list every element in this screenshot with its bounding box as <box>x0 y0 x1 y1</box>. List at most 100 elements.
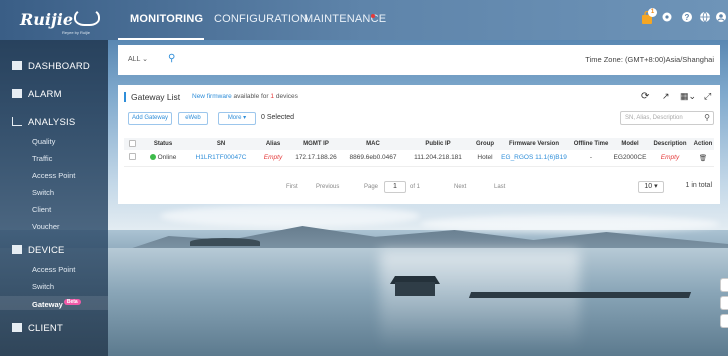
firmware-notice-mid: available for <box>231 93 271 100</box>
eweb-button[interactable]: eWeb <box>178 112 208 125</box>
col-sn[interactable]: SN <box>186 138 256 150</box>
nav-active-indicator <box>118 38 204 40</box>
sidebar-item-analysis[interactable]: ANALYSIS <box>12 117 75 128</box>
online-status-dot <box>149 154 156 161</box>
search-icon[interactable]: ⚲ <box>168 53 175 64</box>
sidebar-item-traffic[interactable]: Traffic <box>32 154 52 163</box>
total-count: 1 in total <box>685 182 712 189</box>
account-icon[interactable] <box>714 11 728 25</box>
group-cell: Hotel <box>472 150 498 167</box>
firmware-link[interactable]: New firmware <box>192 93 232 100</box>
dashboard-icon <box>12 61 22 70</box>
sidebar-item-label: ALARM <box>28 89 62 100</box>
add-gateway-button[interactable]: Add Gateway <box>128 112 172 125</box>
sidebar-item-access-point[interactable]: Access Point <box>32 171 75 180</box>
side-tool-tab[interactable] <box>720 278 728 292</box>
firmware-link[interactable]: EG_RGOS 11.1(6)B19 <box>498 150 570 167</box>
alias-cell[interactable]: Empty <box>256 150 290 167</box>
previous-page-button[interactable]: Previous <box>316 184 339 190</box>
firmware-notice-suffix: devices <box>274 93 298 100</box>
sidebar-item-client-main[interactable]: CLIENT <box>12 323 63 334</box>
nav-monitoring[interactable]: MONITORING <box>130 13 203 25</box>
col-group[interactable]: Group <box>472 138 498 150</box>
first-page-button[interactable]: First <box>286 184 298 190</box>
col-public-ip[interactable]: Public IP <box>404 138 472 150</box>
table-header-row: Status SN Alias MGMT IP MAC Public IP Gr… <box>124 138 714 150</box>
page-size-value: 10 <box>644 183 653 190</box>
col-mac[interactable]: MAC <box>342 138 404 150</box>
scope-select-value: ALL <box>128 56 141 63</box>
refresh-icon[interactable]: ⟳ <box>641 91 649 102</box>
page-size-select[interactable]: 10 ▾ <box>638 181 664 193</box>
top-navigation-bar: Ruijie Reyee by Ruijie MONITORING CONFIG… <box>0 0 728 40</box>
device-search-input[interactable]: SN, Alias, Description ⚲ <box>620 111 714 125</box>
description-cell[interactable]: Empty <box>648 150 692 167</box>
row-checkbox[interactable] <box>124 150 140 167</box>
sidebar-item-label: ANALYSIS <box>28 117 76 128</box>
sidebar-item-switch[interactable]: Switch <box>32 188 54 197</box>
brand-tagline: Reyee by Ruijie <box>62 30 91 35</box>
alarm-icon <box>12 89 22 98</box>
last-page-button[interactable]: Last <box>494 184 505 190</box>
settings-gear-icon[interactable] <box>660 11 674 25</box>
sidebar-item-gateway[interactable]: Gateway Beta <box>32 299 81 309</box>
sidebar-item-label: DASHBOARD <box>28 61 90 72</box>
globe-icon[interactable] <box>698 11 712 25</box>
export-icon[interactable]: ↗ <box>662 91 670 102</box>
filter-bar: ALL ⌄ ⚲ Time Zone: (GMT+8:00)Asia/Shangh… <box>118 45 720 75</box>
fullscreen-icon[interactable]: ⤢ <box>704 91 711 102</box>
selected-count: 0 Selected <box>261 114 295 121</box>
delete-icon[interactable]: 🗑 <box>692 150 714 167</box>
col-model[interactable]: Model <box>612 138 648 150</box>
offline-time-cell: - <box>570 150 612 167</box>
table-row[interactable]: Online H1LR1TF00047C Empty 172.17.188.26… <box>124 150 714 167</box>
timezone-label: Time Zone: (GMT+8:00)Asia/Shanghai <box>585 55 714 64</box>
search-icon[interactable]: ⚲ <box>704 113 710 122</box>
scope-select[interactable]: ALL ⌄ <box>128 55 148 63</box>
panel-title: Gateway List <box>131 92 181 102</box>
col-status[interactable]: Status <box>140 138 186 150</box>
side-tool-tab[interactable] <box>720 296 728 310</box>
sn-link[interactable]: H1LR1TF00047C <box>186 150 256 167</box>
gateway-table: Status SN Alias MGMT IP MAC Public IP Gr… <box>124 138 714 167</box>
sidebar-item-device[interactable]: DEVICE <box>12 245 65 256</box>
notification-count-badge: 1 <box>648 8 657 17</box>
sidebar-item-client[interactable]: Client <box>32 205 51 214</box>
title-accent-bar <box>124 92 126 102</box>
sun-reflection <box>380 250 580 350</box>
col-action: Action <box>692 138 714 150</box>
col-description[interactable]: Description <box>648 138 692 150</box>
public-ip-cell: 111.204.218.181 <box>404 150 472 167</box>
columns-icon[interactable]: ▦⌄ <box>680 91 696 102</box>
sidebar-item-voucher[interactable]: Voucher <box>32 222 60 231</box>
sea <box>0 248 728 356</box>
col-alias[interactable]: Alias <box>256 138 290 150</box>
sidebar-item-alarm[interactable]: ALARM <box>12 89 62 100</box>
col-mgmt-ip[interactable]: MGMT IP <box>290 138 342 150</box>
col-offline-time[interactable]: Offline Time <box>570 138 612 150</box>
more-button-label: More <box>227 115 242 121</box>
page-number-input[interactable]: 1 <box>384 181 406 193</box>
more-button[interactable]: More ▾ <box>218 112 256 125</box>
select-all-checkbox[interactable] <box>124 138 140 150</box>
sidebar-item-device-switch[interactable]: Switch <box>32 282 54 291</box>
svg-text:?: ? <box>685 13 690 22</box>
logo-swoosh-icon <box>74 8 100 26</box>
beta-badge: Beta <box>63 299 81 305</box>
sidebar-item-quality[interactable]: Quality <box>32 137 55 146</box>
help-icon[interactable]: ? <box>680 11 694 25</box>
brand-logo[interactable]: Ruijie <box>20 10 73 29</box>
next-page-button[interactable]: Next <box>454 184 466 190</box>
sidebar-item-label: Gateway <box>32 300 63 309</box>
page-count: of 1 <box>410 184 421 190</box>
island <box>190 238 260 246</box>
status-text: Online <box>157 154 177 162</box>
sidebar-item-device-access-point[interactable]: Access Point <box>32 265 75 274</box>
sidebar-item-dashboard[interactable]: DASHBOARD <box>12 61 90 72</box>
nav-configuration[interactable]: CONFIGURATION <box>214 13 308 25</box>
side-tool-tab[interactable] <box>720 314 728 328</box>
sidebar-item-label: CLIENT <box>28 323 63 334</box>
bar-chart-icon <box>12 117 22 126</box>
status-cell: Online <box>140 150 186 167</box>
col-firmware-version[interactable]: Firmware Version <box>498 138 570 150</box>
